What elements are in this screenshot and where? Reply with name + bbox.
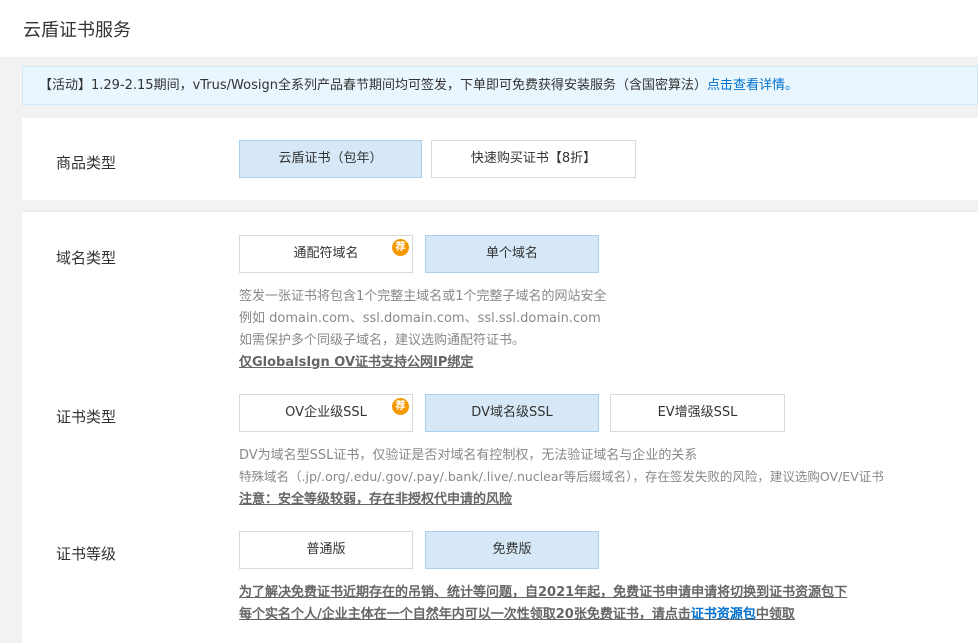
option-single-domain[interactable]: 单个域名 xyxy=(425,235,599,273)
option-yundun-annual[interactable]: 云盾证书（包年） xyxy=(239,140,422,178)
option-dv-ssl[interactable]: DV域名级SSL xyxy=(425,394,599,432)
product-type-label: 商品类型 xyxy=(56,154,117,172)
option-free[interactable]: 免费版 xyxy=(425,531,599,569)
recommend-badge: 荐 xyxy=(392,239,409,256)
option-wildcard-domain[interactable]: 通配符域名 xyxy=(239,235,413,273)
option-ov-ssl[interactable]: OV企业级SSL xyxy=(239,394,413,432)
cert-security-note: 注意：安全等级较弱，存在非授权代申请的风险 xyxy=(239,492,513,507)
free-cert-note2-suffix: 中领取 xyxy=(755,607,795,622)
domain-desc-line3: 如需保护多个同级子域名，建议选购通配符证书。 xyxy=(239,333,526,348)
cert-resource-pack-link[interactable]: 证书资源包 xyxy=(691,607,756,622)
free-cert-note2-prefix: 每个实名个人/企业主体在一个自然年内可以一次性领取20张免费证书，请点击 xyxy=(239,607,691,622)
activity-notice: 【活动】1.29-2.15期间，vTrus/Wosign全系列产品春节期间均可签… xyxy=(22,66,978,105)
domain-ip-note: 仅GlobalsIgn OV证书支持公网IP绑定 xyxy=(239,355,474,370)
cert-type-label: 证书类型 xyxy=(56,408,117,426)
notice-text: 【活动】1.29-2.15期间，vTrus/Wosign全系列产品春节期间均可签… xyxy=(39,78,707,93)
cert-desc-line2: 特殊域名（.jp/.org/.edu/.gov/.pay/.bank/.live… xyxy=(239,469,884,484)
option-ev-ssl[interactable]: EV增强级SSL xyxy=(610,394,785,432)
page-header: 云盾证书服务 xyxy=(0,0,978,57)
recommend-badge: 荐 xyxy=(392,398,409,415)
cert-level-label: 证书等级 xyxy=(56,545,117,563)
option-quick-buy[interactable]: 快速购买证书【8折】 xyxy=(431,140,636,178)
option-standard[interactable]: 普通版 xyxy=(239,531,413,569)
notice-details-link[interactable]: 点击查看详情。 xyxy=(707,78,798,93)
domain-desc-line2: 例如 domain.com、ssl.domain.com、ssl.ssl.dom… xyxy=(239,311,601,326)
domain-type-label: 域名类型 xyxy=(56,249,117,267)
free-cert-note2: 每个实名个人/企业主体在一个自然年内可以一次性领取20张免费证书，请点击证书资源… xyxy=(239,603,795,622)
free-cert-note1: 为了解决免费证书近期存在的吊销、统计等问题，自2021年起，免费证书申请申请将切… xyxy=(239,585,848,600)
domain-desc-line1: 签发一张证书将包含1个完整主域名或1个完整子域名的网站安全 xyxy=(239,289,607,304)
cert-desc-line1: DV为域名型SSL证书，仅验证是否对域名有控制权，无法验证域名与企业的关系 xyxy=(239,448,698,463)
page-title: 云盾证书服务 xyxy=(23,20,131,41)
